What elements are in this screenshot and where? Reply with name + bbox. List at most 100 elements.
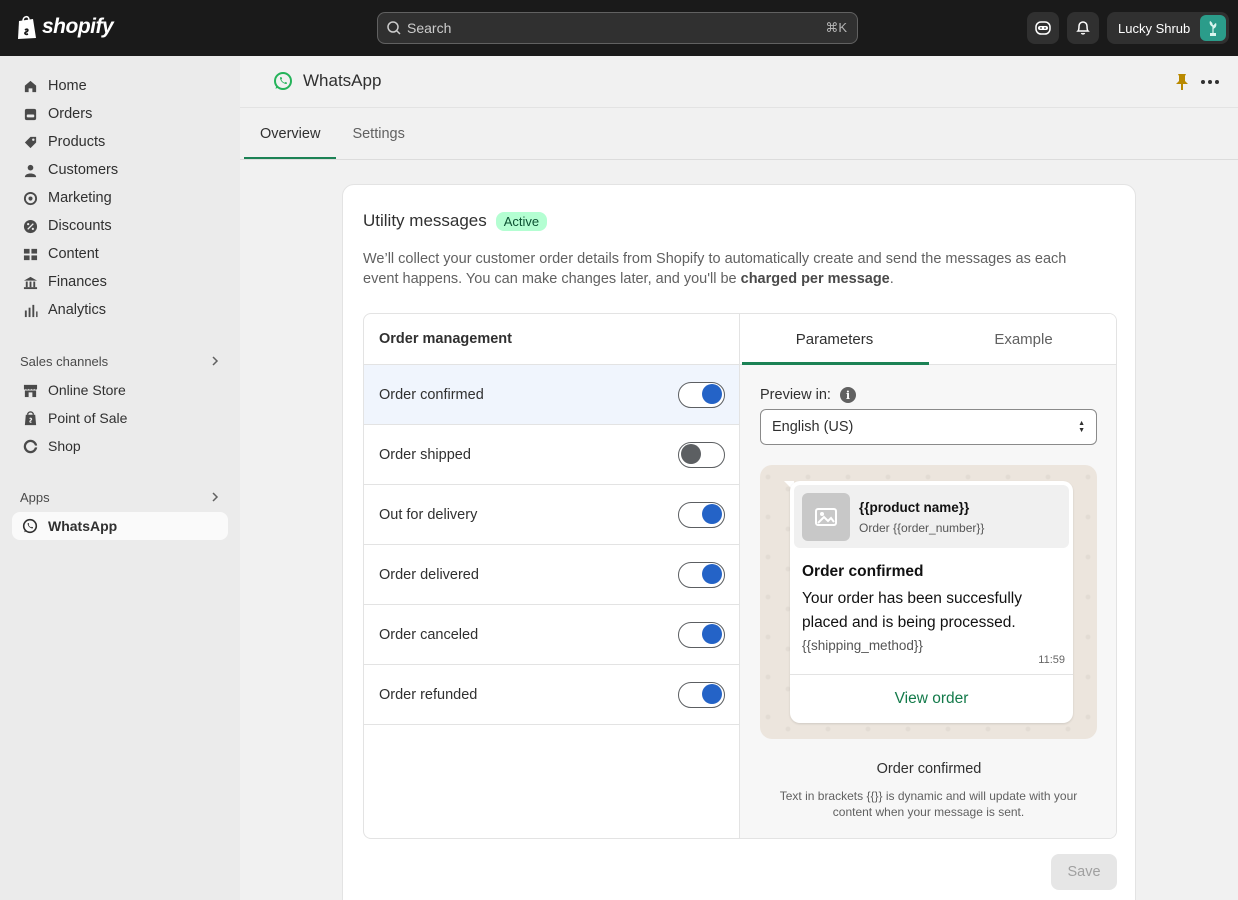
list-item-order-refunded[interactable]: Order refunded [364,665,739,725]
sidebar-item-discounts[interactable]: Discounts [12,212,228,240]
sidebar-item-marketing[interactable]: Marketing [12,184,228,212]
sidebar-item-finances[interactable]: Finances [12,268,228,296]
sidebar-item-label: WhatsApp [48,518,118,534]
search-icon [387,21,401,35]
tab-parameters[interactable]: Parameters [740,314,929,365]
preview-caption-title: Order confirmed [876,761,982,777]
list-item-order-canceled[interactable]: Order canceled [364,605,739,665]
list-item-label: Order shipped [379,446,471,463]
language-select-value: English (US) [772,419,854,435]
message-title: Order confirmed [802,563,924,580]
bank-icon [22,274,38,290]
list-item-label: Order canceled [379,626,479,643]
product-header: {{product name}} Order {{order_number}} [794,485,1069,548]
toggle-switch[interactable] [678,441,725,468]
sidebar-item-label: Analytics [48,302,107,318]
page-title-text: WhatsApp [303,71,382,90]
list-item-label: Order confirmed [379,386,484,403]
toggle-switch[interactable] [678,621,725,648]
description-emphasis: charged per message [740,271,890,287]
toggle-knob [702,504,722,524]
toggle-knob [702,624,722,644]
info-icon[interactable]: i [839,387,856,403]
order-management-list: Order management Order confirmed Order s… [364,314,740,838]
chevron-right-icon [212,492,219,502]
page-tabs: Overview Settings [244,108,421,160]
tab-example[interactable]: Example [929,314,1116,364]
tab-settings[interactable]: Settings [336,108,420,160]
notifications-button[interactable] [1067,12,1099,44]
store-avatar [1200,15,1226,41]
plant-icon [1209,21,1217,36]
product-name: {{product name}} [859,500,970,515]
sidekick-button[interactable] [1027,12,1059,44]
toggle-switch[interactable] [678,681,725,708]
tag-icon [22,134,38,150]
sidebar-item-orders[interactable]: Orders [12,100,228,128]
message-config-panel: Order management Order confirmed Order s… [363,313,1117,839]
shopify-logo[interactable]: shopify [16,14,114,40]
shop-icon [22,438,38,454]
store-icon [22,382,38,398]
sidebar-item-home[interactable]: Home [12,72,228,100]
store-menu-button[interactable]: Lucky Shrub [1107,12,1229,44]
sidebar-item-customers[interactable]: Customers [12,156,228,184]
toggle-switch[interactable] [678,561,725,588]
target-icon [22,190,38,206]
list-item-order-confirmed[interactable]: Order confirmed [364,365,739,425]
chevron-right-icon [212,356,219,366]
search-bar[interactable]: Search ⌘K [377,12,858,44]
bell-icon [1076,21,1090,35]
sidebar-item-label: Marketing [48,190,112,206]
list-item-order-shipped[interactable]: Order shipped [364,425,739,485]
sidebar-item-products[interactable]: Products [12,128,228,156]
sidebar-item-whatsapp[interactable]: WhatsApp [12,512,228,540]
description-end: . [889,271,894,287]
store-name: Lucky Shrub [1118,20,1191,36]
view-order-button[interactable]: View order [790,675,1073,723]
message-timestamp: 11:59 [1038,654,1065,666]
sidebar-item-online-store[interactable]: Online Store [12,376,228,404]
preview-caption-note: Text in brackets {{}} is dynamic and wil… [779,789,1078,819]
utility-messages-card: Utility messages Active We’ll collect yo… [342,184,1136,900]
pos-icon [22,410,38,426]
preview-label-text: Preview in: [760,387,831,403]
dot [1201,80,1205,84]
sidebar-item-label: Orders [48,106,93,122]
discount-icon [22,218,38,234]
list-item-order-delivered[interactable]: Order delivered [364,545,739,605]
apps-label: Apps [20,489,50,505]
preview-in-label: Preview in: i [760,387,856,403]
tab-overview[interactable]: Overview [244,108,337,160]
page-title: WhatsApp [273,71,381,91]
order-number: Order {{order_number}} [859,521,985,535]
status-badge: Active [495,211,548,231]
sales-channels-header[interactable]: Sales channels [20,351,220,371]
orders-icon [22,106,38,122]
language-select[interactable]: English (US) ▲ ▼ [760,409,1097,445]
save-button[interactable]: Save [1051,854,1117,890]
sidebar-item-point-of-sale[interactable]: Point of Sale [12,404,228,432]
list-item-out-for-delivery[interactable]: Out for delivery [364,485,739,545]
toggle-switch[interactable] [678,381,725,408]
description-text: We’ll collect your customer order detail… [363,251,1067,287]
sidebar-item-analytics[interactable]: Analytics [12,296,228,324]
sidebar-item-shop[interactable]: Shop [12,432,228,460]
person-icon [22,162,38,178]
more-actions-button[interactable] [1200,72,1220,92]
apps-header[interactable]: Apps [20,487,220,507]
image-placeholder-icon [802,493,850,541]
pin-icon[interactable] [1174,73,1190,91]
sidebar-item-label: Shop [48,438,81,454]
toggle-knob [681,444,701,464]
toggle-knob [702,684,722,704]
message-preview: {{product name}} Order {{order_number}} … [760,465,1097,739]
preview-panel: Parameters Example Preview in: i English… [740,314,1116,838]
sidebar-item-label: Finances [48,274,107,290]
sidebar-item-content[interactable]: Content [12,240,228,268]
whatsapp-logo-icon [274,72,292,90]
sidebar-item-label: Online Store [48,382,126,398]
toggle-knob [702,384,722,404]
shopify-bag-icon [18,15,36,39]
toggle-switch[interactable] [678,501,725,528]
